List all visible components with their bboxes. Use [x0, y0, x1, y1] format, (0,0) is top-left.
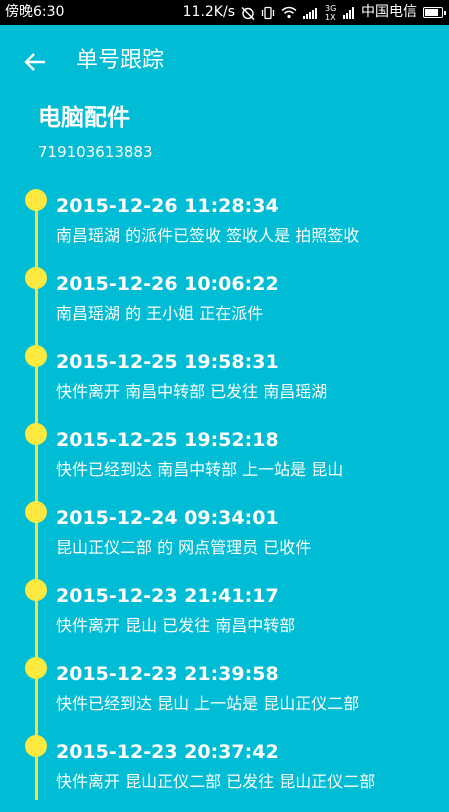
- battery-icon: [423, 0, 446, 25]
- page-title: 单号跟踪: [76, 48, 165, 73]
- event-description: 昆山正仪二部 的 网点管理员 已收件: [56, 538, 312, 557]
- event-time: 2015-12-25 19:58:31: [56, 351, 279, 373]
- package-name: 电脑配件: [38, 105, 130, 131]
- timeline-dot: [25, 657, 47, 679]
- signal-icon: [303, 0, 319, 25]
- timeline-event: 2015-12-26 11:28:34 南昌瑶湖 的派件已签收 签收人是 拍照签…: [0, 188, 449, 266]
- timeline-event: 2015-12-23 20:37:42 快件离开 昆山正仪二部 已发往 昆山正仪…: [0, 734, 449, 812]
- event-description: 南昌瑶湖 的派件已签收 签收人是 拍照签收: [56, 226, 360, 245]
- tracking-timeline: 2015-12-26 11:28:34 南昌瑶湖 的派件已签收 签收人是 拍照签…: [0, 188, 449, 800]
- event-time: 2015-12-23 21:41:17: [56, 585, 279, 607]
- timeline-event: 2015-12-25 19:52:18 快件已经到达 南昌中转部 上一站是 昆山: [0, 422, 449, 500]
- battery-fill: [425, 9, 438, 16]
- event-time: 2015-12-25 19:52:18: [56, 429, 279, 451]
- network-speed: 11.2K/s: [182, 4, 235, 20]
- event-description: 快件已经到达 昆山 上一站是 昆山正仪二部: [56, 694, 360, 713]
- timeline-dot: [25, 735, 47, 757]
- wifi-icon: [281, 0, 297, 25]
- event-time: 2015-12-26 11:28:34: [56, 195, 279, 217]
- back-button[interactable]: [18, 45, 52, 79]
- status-time: 傍晚6:30: [5, 4, 65, 20]
- timeline-event: 2015-12-26 10:06:22 南昌瑶湖 的 王小姐 正在派件: [0, 266, 449, 344]
- event-description: 快件离开 南昌中转部 已发往 南昌瑶湖: [56, 382, 328, 401]
- event-description: 快件离开 昆山 已发往 南昌中转部: [56, 616, 296, 635]
- event-time: 2015-12-26 10:06:22: [56, 273, 279, 295]
- package-header: 电脑配件 719103613883: [38, 102, 153, 162]
- timeline-dot: [25, 189, 47, 211]
- alarm-off-icon: [241, 0, 255, 25]
- app-bar: 单号跟踪: [0, 25, 449, 97]
- event-description: 南昌瑶湖 的 王小姐 正在派件: [56, 304, 264, 323]
- timeline-dot: [25, 423, 47, 445]
- event-time: 2015-12-23 20:37:42: [56, 741, 279, 763]
- signal-icon-secondary: [343, 0, 355, 25]
- vibrate-icon: [261, 0, 275, 25]
- tracking-number: 719103613883: [38, 143, 153, 161]
- status-indicators: 11.2K/s 3G 1X 中国电信: [182, 0, 446, 25]
- event-time: 2015-12-24 09:34:01: [56, 507, 279, 529]
- event-description: 快件离开 昆山正仪二部 已发往 昆山正仪二部: [56, 772, 376, 791]
- timeline-dot: [25, 579, 47, 601]
- timeline-dot: [25, 501, 47, 523]
- timeline-event: 2015-12-23 21:39:58 快件已经到达 昆山 上一站是 昆山正仪二…: [0, 656, 449, 734]
- timeline-dot: [25, 267, 47, 289]
- arrow-left-icon: [24, 53, 45, 71]
- event-time: 2015-12-23 21:39:58: [56, 663, 279, 685]
- timeline-event: 2015-12-25 19:58:31 快件离开 南昌中转部 已发往 南昌瑶湖: [0, 344, 449, 422]
- event-description: 快件已经到达 南昌中转部 上一站是 昆山: [56, 460, 344, 479]
- timeline-event: 2015-12-23 21:41:17 快件离开 昆山 已发往 南昌中转部: [0, 578, 449, 656]
- status-bar: 傍晚6:30 11.2K/s 3G 1X 中国电信: [0, 0, 449, 25]
- timeline-dot: [25, 345, 47, 367]
- network-type: 3G 1X: [325, 3, 337, 22]
- timeline-event: 2015-12-24 09:34:01 昆山正仪二部 的 网点管理员 已收件: [0, 500, 449, 578]
- carrier-name: 中国电信: [361, 4, 417, 20]
